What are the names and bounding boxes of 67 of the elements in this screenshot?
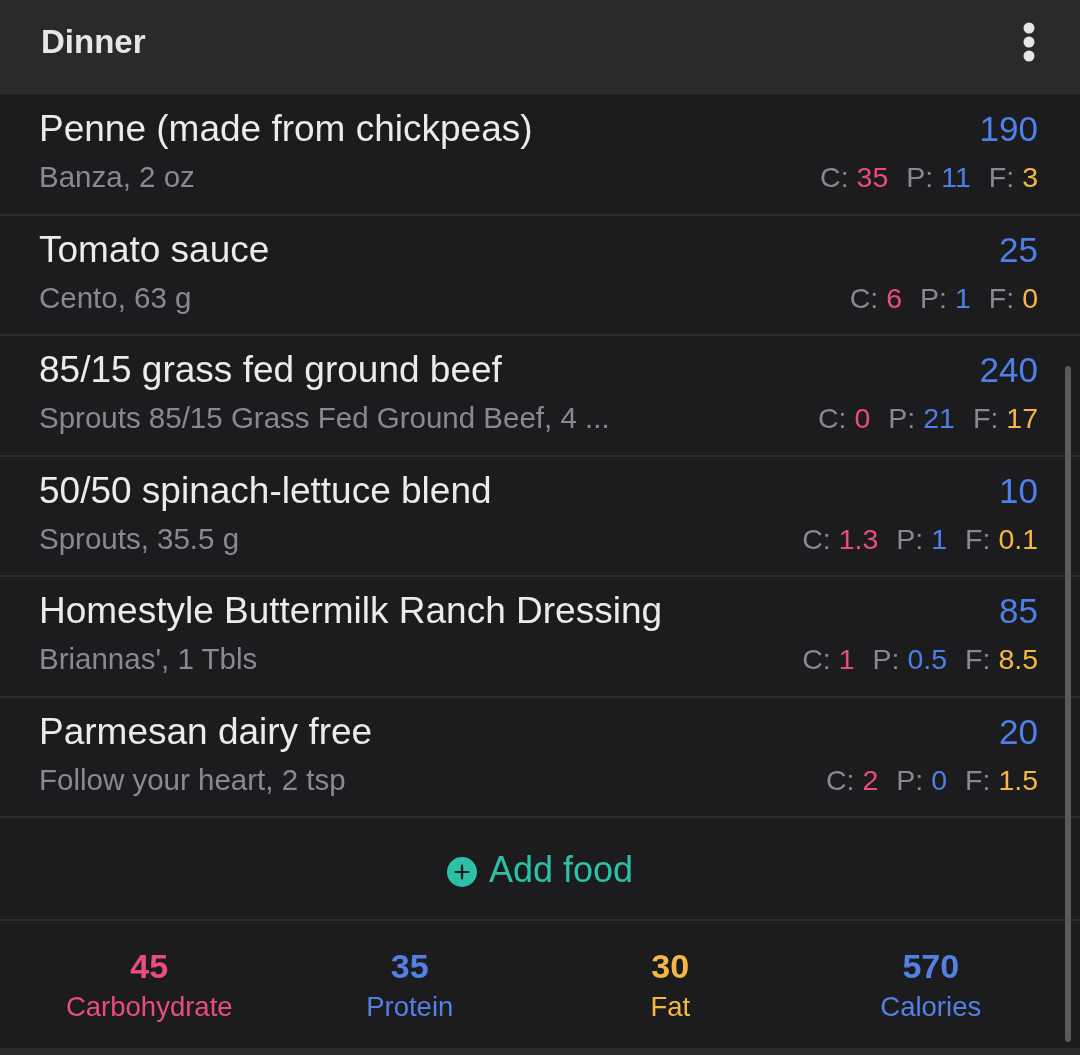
food-name[interactable]: Tomato sauce <box>39 229 270 270</box>
macro-value: 2 <box>862 762 879 798</box>
calorie-count: 240 <box>979 350 1038 390</box>
macro-value: 1 <box>954 280 971 316</box>
macro-label: P: <box>906 160 934 195</box>
macro-value: 0.1 <box>998 521 1038 557</box>
total-label: Protein <box>366 989 454 1024</box>
macro-value: 6 <box>886 280 902 316</box>
macro-label: P: <box>920 280 947 316</box>
plus-circle-icon <box>446 856 477 887</box>
macro-label: F: <box>988 160 1015 195</box>
total-value: 30 <box>651 945 690 986</box>
macro-label: C: <box>817 401 847 436</box>
food-detail: Sprouts, 35.5 g <box>39 520 241 557</box>
macro-value: 8.5 <box>998 642 1038 677</box>
macro-label: F: <box>965 521 991 557</box>
more-options-icon[interactable] <box>1022 20 1036 63</box>
food-name[interactable]: 85/15 grass fed ground beef <box>39 350 610 390</box>
food-detail: Follow your heart, 2 tsp <box>39 761 347 798</box>
macro-value: 1.3 <box>838 521 879 557</box>
macro-label: P: <box>896 762 924 798</box>
macro-value: 0 <box>1022 280 1038 316</box>
macro-label: C: <box>820 160 849 195</box>
calorie-count: 190 <box>979 109 1038 149</box>
food-detail: Briannas', 1 Tbls <box>39 641 259 677</box>
macro-label: F: <box>988 280 1015 316</box>
add-food-button[interactable]: Add food <box>446 848 634 891</box>
macro-value: 0 <box>931 762 948 798</box>
macro-value: 1 <box>931 521 948 557</box>
total-value: 45 <box>130 945 169 986</box>
food-detail: Banza, 2 oz <box>39 159 196 195</box>
calorie-count: 25 <box>999 229 1038 270</box>
macro-label: P: <box>896 521 924 557</box>
macro-value: 1.5 <box>998 762 1038 798</box>
macro-value: 11 <box>941 160 971 195</box>
macro-label: C: <box>802 521 831 557</box>
macro-value: 35 <box>856 160 889 195</box>
food-detail: Sprouts 85/15 Grass Fed Ground Beef, 4 ... <box>39 400 610 436</box>
macro-label: F: <box>965 642 991 677</box>
total-label: Fat <box>650 989 691 1024</box>
macro-label: C: <box>849 280 879 316</box>
food-name[interactable]: Homestyle Buttermilk Ranch Dressing <box>39 591 663 631</box>
macro-value: 1 <box>838 642 855 677</box>
food-detail: Cento, 63 g <box>39 279 193 316</box>
food-name[interactable]: 50/50 spinach-lettuce blend <box>39 470 492 511</box>
calorie-count: 85 <box>999 591 1038 631</box>
macro-value: 3 <box>1022 160 1038 195</box>
macro-value: 17 <box>1006 401 1038 436</box>
meal-title: Dinner <box>41 21 146 62</box>
macro-label: F: <box>972 401 999 436</box>
scrollbar-thumb[interactable] <box>1065 366 1071 1042</box>
total-value: 35 <box>390 945 429 986</box>
total-value: 570 <box>902 945 960 986</box>
macro-label: C: <box>825 762 855 798</box>
macro-value: 21 <box>923 401 955 436</box>
total-label: Carbohydrate <box>65 989 233 1024</box>
food-name[interactable]: Penne (made from chickpeas) <box>39 109 533 149</box>
macro-value: 0 <box>854 401 871 436</box>
total-label: Calories <box>880 989 982 1024</box>
macro-label: P: <box>888 401 916 436</box>
macro-label: C: <box>802 642 831 677</box>
macro-label: F: <box>965 762 991 798</box>
calorie-count: 20 <box>999 711 1038 752</box>
food-name[interactable]: Parmesan dairy free <box>39 711 373 752</box>
macro-label: P: <box>872 642 900 677</box>
calorie-count: 10 <box>999 470 1038 511</box>
macro-value: 0.5 <box>907 642 948 677</box>
